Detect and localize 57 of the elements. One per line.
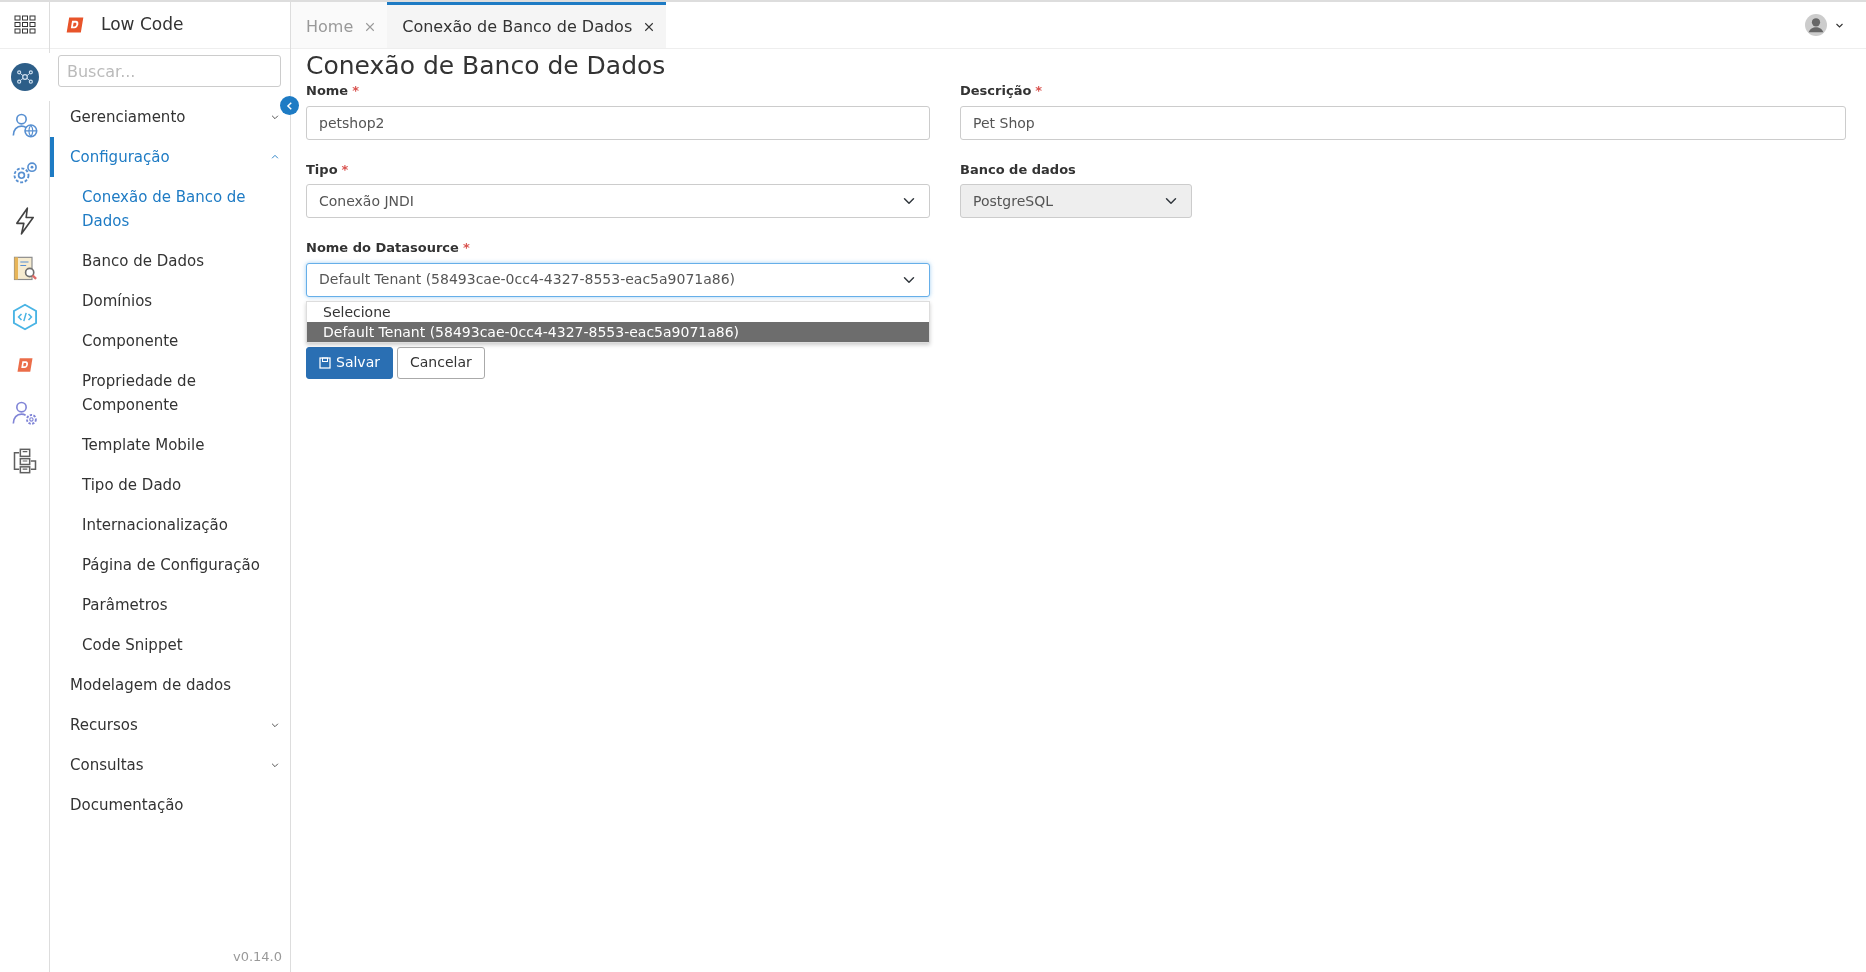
dropdown-option[interactable]: Selecione xyxy=(307,301,929,322)
sidebar-subitem[interactable]: Internacionalização xyxy=(50,505,290,545)
logo-icon xyxy=(16,356,34,374)
version-label: v0.14.0 xyxy=(232,947,282,966)
sidebar-subitem[interactable]: Propriedade de Componente xyxy=(50,361,290,425)
code-icon xyxy=(11,303,39,331)
collapse-button[interactable] xyxy=(280,96,299,115)
text-field[interactable]: petshop2 xyxy=(306,105,930,140)
sidebar-subitem[interactable]: Conexão de Banco de Dados xyxy=(50,177,290,241)
chevron-down-icon xyxy=(270,720,280,730)
sidebar-subitem[interactable]: Template Mobile xyxy=(50,425,290,465)
network-icon xyxy=(11,63,39,91)
required-mark: * xyxy=(341,160,349,179)
search-field[interactable]: Buscar... xyxy=(58,55,281,87)
sidebar-subitem[interactable]: Página de Configuração xyxy=(50,545,290,585)
cancel-button[interactable]: Cancelar xyxy=(397,346,485,379)
sidebar-item[interactable]: Consultas xyxy=(50,745,290,785)
save-icon xyxy=(319,356,331,369)
book-search-icon xyxy=(11,255,39,283)
sidebar-subitem[interactable]: Parâmetros xyxy=(50,585,290,625)
logo-icon xyxy=(65,15,85,35)
field-label: Banco de dados xyxy=(960,160,1076,179)
sidebar-item[interactable]: Gerenciamento xyxy=(50,97,290,137)
page-title: Conexão de Banco de Dados xyxy=(306,51,667,81)
sidebar-item[interactable]: Recursos xyxy=(50,705,290,745)
avatar-icon xyxy=(1805,14,1827,36)
sidebar-subitem[interactable]: Banco de Dados xyxy=(50,241,290,281)
close-icon xyxy=(644,21,655,32)
required-mark: * xyxy=(462,239,470,257)
field-label: Tipo xyxy=(306,160,338,179)
sidebar-subitem[interactable]: Domínios xyxy=(50,281,290,321)
dropdown-option[interactable]: Default Tenant (58493cae-0cc4-4327-8553-eac5a9071a86) xyxy=(307,321,929,342)
sidebar-subitem[interactable]: Tipo de Dado xyxy=(50,465,290,505)
field-label: Descrição xyxy=(960,82,1032,100)
required-mark: * xyxy=(1035,82,1043,100)
select-field[interactable]: Default Tenant (58493cae-0cc4-4327-8553-eac5a9071a86) xyxy=(306,262,930,297)
user-gear-icon xyxy=(11,399,39,427)
save-button[interactable]: Salvar xyxy=(306,346,393,379)
chevron-down-icon xyxy=(270,760,280,770)
sidebar-item[interactable]: Modelagem de dados xyxy=(50,665,290,705)
field-label: Nome do Datasource xyxy=(306,239,459,257)
select-field[interactable]: Conexão JNDI xyxy=(306,184,930,218)
text-field[interactable]: Pet Shop xyxy=(960,105,1846,140)
diagram-icon xyxy=(11,447,39,475)
required-mark: * xyxy=(352,82,359,100)
close-icon xyxy=(365,21,376,32)
sidebar-subitem[interactable]: Code Snippet xyxy=(50,625,290,665)
sidebar-item[interactable]: Configuração xyxy=(50,137,290,177)
field-label: Nome xyxy=(306,82,349,100)
sidebar-subitem[interactable]: Componente xyxy=(50,321,290,361)
apps-grid-icon xyxy=(11,13,38,37)
tab[interactable]: Conexão de Banco de Dados xyxy=(387,2,667,48)
chevron-down-icon xyxy=(270,112,280,122)
user-globe-icon xyxy=(11,111,39,139)
chevron-up-icon xyxy=(270,152,280,162)
sidebar-item[interactable]: Documentação xyxy=(50,785,290,825)
app-title: Low Code xyxy=(101,13,184,37)
